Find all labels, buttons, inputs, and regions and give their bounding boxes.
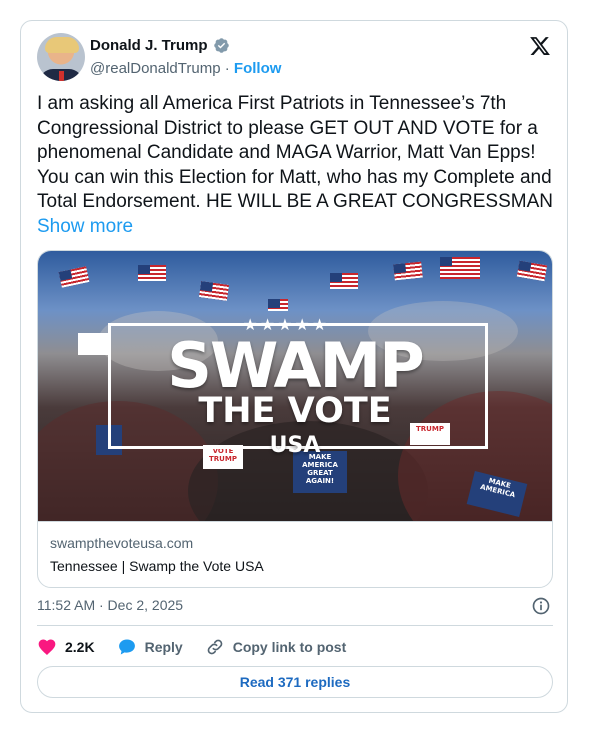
handle-separator: ·: [224, 60, 230, 77]
flag-decoration: [268, 299, 288, 311]
copy-link-button[interactable]: Copy link to post: [205, 637, 347, 657]
link-title: Tennessee | Swamp the Vote USA: [50, 558, 264, 574]
reply-button[interactable]: Reply: [117, 637, 183, 657]
post-timestamp[interactable]: 11:52 AM · Dec 2, 2025: [37, 597, 183, 613]
copy-link-label: Copy link to post: [232, 639, 347, 655]
avatar-tie: [59, 71, 64, 81]
like-button[interactable]: 2.2K: [37, 637, 95, 657]
read-replies-button[interactable]: Read 371 replies: [37, 666, 553, 698]
link-icon: [207, 639, 223, 655]
post-text: I am asking all America First Patriots i…: [37, 92, 557, 239]
heart-icon: [38, 639, 56, 655]
flag-decoration: [440, 257, 480, 279]
action-bar: 2.2K Reply Copy link to post: [37, 637, 368, 657]
author-handle-row: @realDonaldTrump · Follow: [90, 60, 281, 77]
link-domain: swampthevoteusa.com: [50, 535, 194, 551]
author-avatar[interactable]: [37, 33, 85, 81]
author-name[interactable]: Donald J. Trump: [90, 37, 208, 54]
flag-decoration: [199, 281, 229, 301]
post-body: I am asking all America First Patriots i…: [37, 93, 553, 212]
author-name-row: Donald J. Trump: [90, 37, 230, 54]
like-count: 2.2K: [65, 639, 95, 655]
flag-decoration: [516, 260, 548, 282]
preview-image[interactable]: VOTE TRUMP MAKE AMERICA GREAT AGAIN! TRU…: [38, 251, 552, 521]
speech-bubble-icon: [118, 639, 135, 655]
flag-decoration: [138, 265, 166, 281]
flag-decoration: [330, 273, 358, 289]
logo-line-the-vote: THE VOTE: [198, 391, 392, 431]
x-logo-icon[interactable]: [529, 35, 551, 57]
embedded-post-card: Donald J. Trump @realDonaldTrump · Follo…: [20, 20, 568, 713]
flag-decoration: [393, 261, 423, 281]
show-more-link[interactable]: Show more: [37, 216, 133, 237]
flag-decoration: [58, 266, 90, 288]
follow-button[interactable]: Follow: [234, 60, 282, 77]
link-preview-card[interactable]: VOTE TRUMP MAKE AMERICA GREAT AGAIN! TRU…: [37, 250, 553, 588]
author-handle[interactable]: @realDonaldTrump: [90, 60, 221, 77]
divider: [37, 625, 553, 626]
logo-line-usa: USA: [269, 433, 321, 458]
verified-badge-icon: [213, 38, 229, 53]
reply-label: Reply: [144, 639, 183, 655]
avatar-hair: [45, 37, 79, 53]
info-icon[interactable]: [531, 596, 551, 616]
link-preview-text[interactable]: swampthevoteusa.com Tennessee | Swamp th…: [38, 521, 552, 587]
